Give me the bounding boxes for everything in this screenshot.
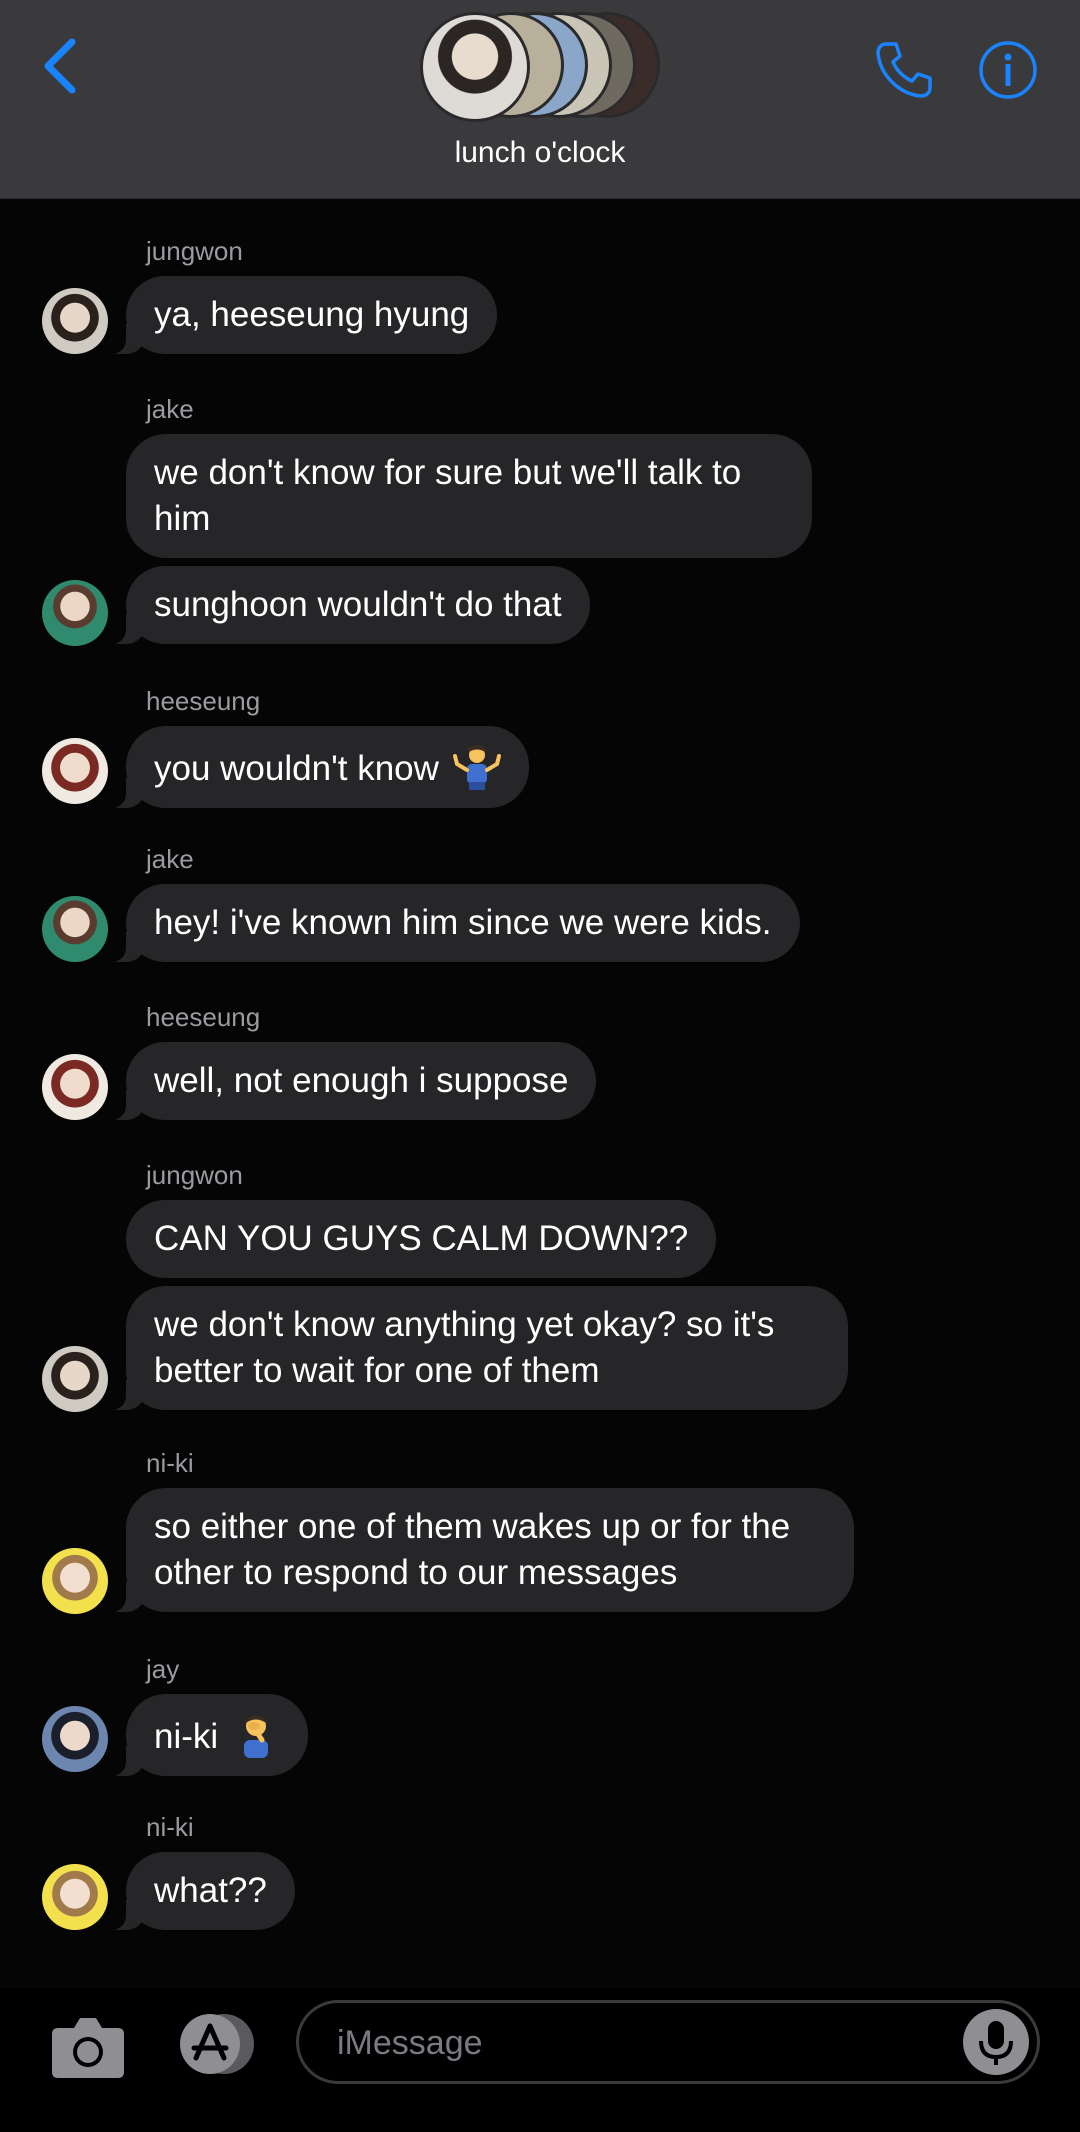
group-title[interactable]: lunch o'clock <box>0 136 1080 170</box>
back-chevron-icon <box>44 38 76 94</box>
back-button[interactable] <box>36 34 86 98</box>
avatar-jungwon[interactable] <box>42 288 108 354</box>
message-bubble[interactable]: sunghoon wouldn't do that <box>106 566 590 644</box>
sender-name: jungwon <box>146 236 243 266</box>
message-bubble[interactable]: ni-ki <box>106 1694 308 1776</box>
dictation-button[interactable] <box>963 2009 1029 2075</box>
message-text: we don't know anything yet okay? so it's… <box>154 1305 775 1390</box>
group-avatar-stack[interactable] <box>420 12 660 122</box>
sender-name: jake <box>146 394 194 424</box>
message-text: you wouldn't know <box>154 749 439 788</box>
sender-name: heeseung <box>146 1002 261 1032</box>
avatar-jungwon[interactable] <box>42 1346 108 1412</box>
avatar-heeseung[interactable] <box>42 1054 108 1120</box>
sender-name: heeseung <box>146 686 261 716</box>
camera-button[interactable] <box>50 2014 126 2080</box>
sender-name: jungwon <box>146 1160 243 1190</box>
person-shrugging-emoji-icon <box>452 745 501 790</box>
message-bubble[interactable]: so either one of them wakes up or for th… <box>106 1488 854 1612</box>
sender-name: ni-ki <box>146 1448 194 1478</box>
message-bubble[interactable]: you wouldn't know <box>106 726 529 808</box>
messages-screen: lunch o'clock jungwon ya, heeseung hyung… <box>0 0 1080 2132</box>
message-list[interactable]: jungwon ya, heeseung hyung jake we don't… <box>0 198 1080 1988</box>
conversation-header: lunch o'clock <box>0 0 1080 199</box>
avatar-heeseung[interactable] <box>42 738 108 804</box>
message-bubble[interactable]: CAN YOU GUYS CALM DOWN?? <box>126 1200 717 1278</box>
message-bubble[interactable]: well, not enough i suppose <box>105 1042 597 1120</box>
message-text: so either one of them wakes up or for th… <box>154 1507 791 1592</box>
message-bubble[interactable]: what?? <box>106 1852 295 1930</box>
message-bubble[interactable]: hey! i've known him since we were kids. <box>106 884 800 962</box>
avatar-ni-ki[interactable] <box>42 1548 108 1614</box>
avatar-jake[interactable] <box>42 896 108 962</box>
group-main-avatar <box>420 12 530 122</box>
avatar-jake[interactable] <box>42 580 108 646</box>
message-text: hey! i've known him since we were kids. <box>154 903 772 942</box>
message-text: CAN YOU GUYS CALM DOWN?? <box>154 1219 689 1258</box>
message-text: ya, heeseung hyung <box>154 295 470 334</box>
message-input-container[interactable] <box>296 2000 1040 2084</box>
call-button[interactable] <box>872 38 936 102</box>
message-bubble[interactable]: we don't know for sure but we'll talk to… <box>126 434 812 558</box>
message-text: sunghoon wouldn't do that <box>154 585 562 624</box>
message-input[interactable] <box>335 2015 939 2071</box>
avatar-ni-ki[interactable] <box>42 1864 108 1930</box>
sender-name: ni-ki <box>146 1812 194 1842</box>
apps-button[interactable] <box>172 2012 258 2076</box>
phone-icon <box>876 42 932 98</box>
message-bubble[interactable]: we don't know anything yet okay? so it's… <box>106 1286 848 1410</box>
message-text: we don't know for sure but we'll talk to… <box>154 453 742 538</box>
sender-name: jay <box>146 1654 180 1684</box>
details-button[interactable] <box>978 40 1038 100</box>
info-icon <box>979 41 1037 99</box>
sender-name: jake <box>146 844 194 874</box>
app-store-icon <box>180 2014 254 2074</box>
composer-bar <box>0 1988 1080 2132</box>
message-text: ni-ki <box>154 1717 219 1756</box>
message-text: what?? <box>154 1871 267 1910</box>
microphone-icon <box>979 2021 1013 2065</box>
message-bubble[interactable]: ya, heeseung hyung <box>105 276 498 354</box>
camera-icon <box>52 2018 124 2078</box>
message-text: well, not enough i suppose <box>154 1061 569 1100</box>
avatar-jay[interactable] <box>42 1706 108 1772</box>
person-facepalming-emoji-icon <box>243 1715 268 1758</box>
